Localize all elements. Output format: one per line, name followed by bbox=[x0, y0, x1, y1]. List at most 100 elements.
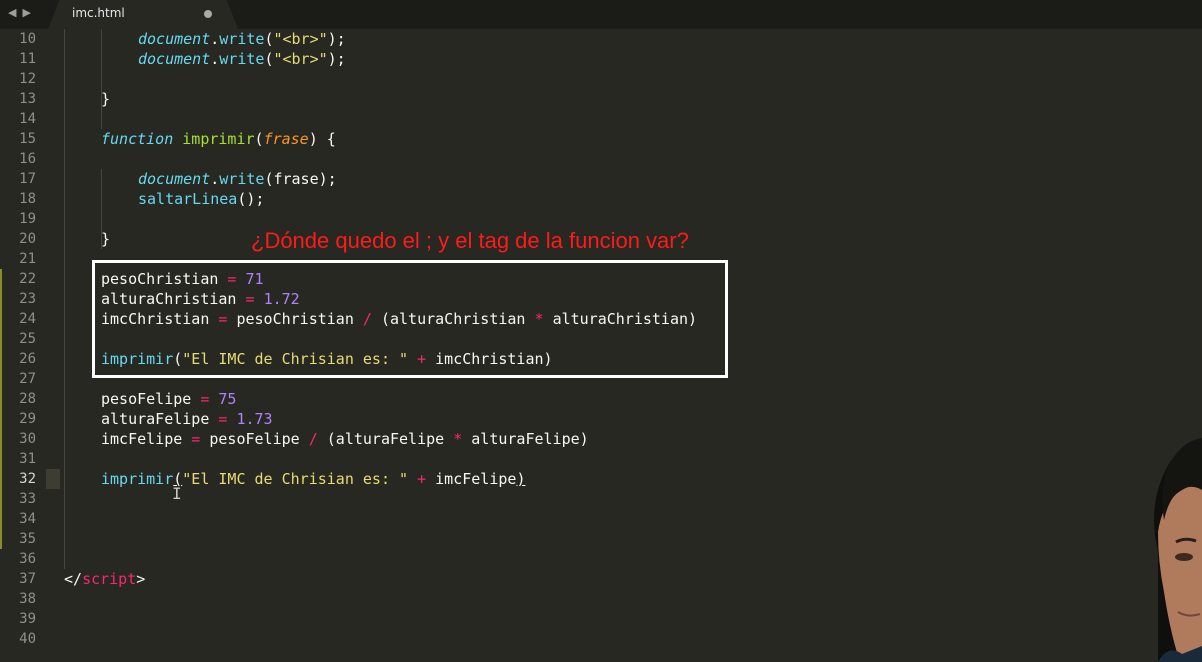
token: saltarLinea bbox=[138, 190, 238, 208]
line-number-active: 32 bbox=[19, 471, 36, 487]
line-number: 37 bbox=[19, 571, 36, 587]
line-number: 34 bbox=[19, 511, 36, 527]
token: write bbox=[219, 30, 265, 48]
token: 1.73 bbox=[236, 410, 273, 428]
presenter-webcam bbox=[1118, 432, 1202, 662]
line-number: 12 bbox=[19, 71, 36, 87]
line-number: 30 bbox=[19, 431, 36, 447]
line-number: 26 bbox=[19, 351, 36, 367]
token: script bbox=[82, 570, 137, 588]
arrow-left-icon[interactable]: ◀ bbox=[8, 4, 16, 22]
token: write bbox=[219, 50, 265, 68]
tab-title: imc.html bbox=[72, 6, 125, 20]
token: function bbox=[101, 130, 174, 148]
token: (); bbox=[237, 190, 265, 208]
token: </ bbox=[64, 570, 83, 588]
text-cursor-ibeam-icon: I bbox=[172, 484, 182, 503]
token: . bbox=[210, 30, 220, 48]
line-number: 40 bbox=[19, 631, 36, 647]
token: imcFelipe bbox=[101, 430, 183, 448]
line-number: 29 bbox=[19, 411, 36, 427]
line-number: 21 bbox=[19, 251, 36, 267]
line-number: 15 bbox=[19, 131, 36, 147]
code-line: } bbox=[101, 230, 111, 248]
token: alturaFelipe) bbox=[471, 430, 589, 448]
token: pesoFelipe bbox=[209, 430, 300, 448]
code-line: document.write(frase); bbox=[138, 169, 337, 189]
token: document bbox=[138, 50, 211, 68]
line-number: 16 bbox=[19, 151, 36, 167]
token: document bbox=[138, 170, 211, 188]
tab-bar: ◀ ▶ imc.html bbox=[0, 0, 1202, 29]
token: ); bbox=[327, 50, 346, 68]
token: "El IMC de Chrisian es: " bbox=[182, 470, 409, 488]
line-number: 33 bbox=[19, 491, 36, 507]
token: "<br>" bbox=[273, 30, 328, 48]
presenter-image bbox=[1154, 438, 1202, 662]
line-number: 13 bbox=[19, 91, 36, 107]
token: imcFelipe bbox=[435, 470, 517, 488]
code-line-active: imprimir("El IMC de Chrisian es: " + imc… bbox=[101, 469, 525, 489]
code-line: saltarLinea(); bbox=[138, 189, 264, 209]
token: / bbox=[299, 430, 327, 448]
token: imprimir bbox=[101, 470, 174, 488]
code-line: alturaFelipe = 1.73 bbox=[101, 409, 273, 429]
tab-imc-html[interactable]: imc.html bbox=[48, 0, 238, 29]
token: = bbox=[209, 410, 237, 428]
line-number: 14 bbox=[19, 111, 36, 127]
token: ); bbox=[327, 30, 346, 48]
line-number: 17 bbox=[19, 171, 36, 187]
token: (frase); bbox=[264, 170, 337, 188]
token: (alturaFelipe bbox=[326, 430, 445, 448]
token: imprimir bbox=[182, 130, 255, 148]
code-line: document.write("<br>"); bbox=[138, 29, 346, 49]
token: 75 bbox=[218, 390, 237, 408]
current-line-highlight bbox=[46, 469, 60, 489]
token: . bbox=[210, 170, 220, 188]
token: = bbox=[182, 430, 210, 448]
code-line: } bbox=[101, 90, 111, 108]
token: > bbox=[136, 570, 146, 588]
token: = bbox=[191, 390, 219, 408]
code-line: imcFelipe = pesoFelipe / (alturaFelipe *… bbox=[101, 429, 589, 449]
indent-guide bbox=[64, 29, 65, 569]
arrow-right-icon[interactable]: ▶ bbox=[22, 4, 30, 22]
line-number: 28 bbox=[19, 391, 36, 407]
line-number: 22 bbox=[19, 271, 36, 287]
line-number-gutter: 10 11 12 13 14 15 16 17 18 19 20 21 22 2… bbox=[0, 29, 46, 662]
token: ) bbox=[516, 470, 526, 488]
line-number: 25 bbox=[19, 331, 36, 347]
annotation-text: ¿Dónde quedo el ; y el tag de la funcion… bbox=[251, 228, 689, 253]
line-number: 11 bbox=[19, 51, 36, 67]
token: write bbox=[219, 170, 265, 188]
token: ( bbox=[254, 130, 264, 148]
token: alturaFelipe bbox=[101, 410, 210, 428]
line-number: 24 bbox=[19, 311, 36, 327]
line-number: 35 bbox=[19, 531, 36, 547]
line-number: 27 bbox=[19, 371, 36, 387]
line-number: 23 bbox=[19, 291, 36, 307]
line-number: 38 bbox=[19, 591, 36, 607]
code-line: function imprimir(frase) { bbox=[101, 129, 336, 149]
token: . bbox=[210, 50, 220, 68]
token: document bbox=[138, 30, 211, 48]
token: * bbox=[444, 430, 472, 448]
line-number: 31 bbox=[19, 451, 36, 467]
line-number: 39 bbox=[19, 611, 36, 627]
line-number: 18 bbox=[19, 191, 36, 207]
unsaved-dot-icon[interactable] bbox=[204, 10, 212, 18]
code-line: document.write("<br>"); bbox=[138, 49, 346, 69]
line-number: 36 bbox=[19, 551, 36, 567]
token: + bbox=[408, 470, 436, 488]
line-number: 19 bbox=[19, 211, 36, 227]
code-line: </script> bbox=[64, 569, 145, 589]
line-number: 10 bbox=[19, 31, 36, 47]
token: ) { bbox=[308, 130, 336, 148]
indent-guide bbox=[101, 29, 102, 129]
token: frase bbox=[263, 130, 309, 148]
code-line: pesoFelipe = 75 bbox=[101, 389, 236, 409]
token: "<br>" bbox=[273, 50, 328, 68]
token: pesoFelipe bbox=[101, 390, 192, 408]
highlight-box bbox=[92, 260, 728, 378]
